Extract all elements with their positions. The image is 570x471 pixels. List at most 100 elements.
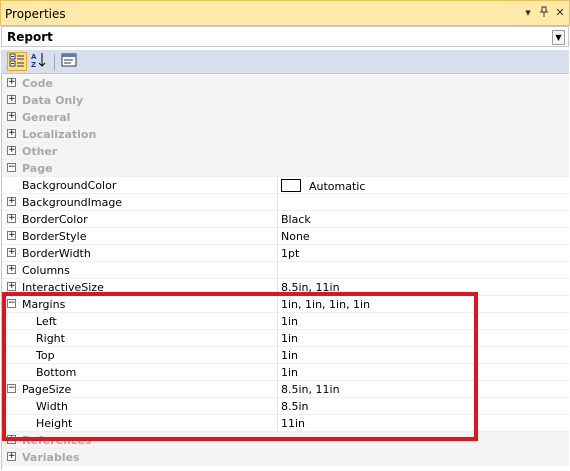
category-data-only[interactable]: + Data Only [2,92,569,109]
property-value[interactable]: 8.5in, 11in [281,281,340,294]
property-value-text: 8.5in, 11in [281,281,340,294]
property-row-margins[interactable]: − Margins 1in, 1in, 1in, 1in [2,296,569,313]
chevron-down-icon[interactable]: ▼ [552,30,565,45]
column-divider[interactable] [277,279,278,295]
property-value-text: 8.5in, 11in [281,383,340,396]
property-name: Height [36,417,73,430]
property-value[interactable]: None [281,230,310,243]
property-row-bordercolor[interactable]: + BorderColor Black [2,211,569,228]
category-label: Data Only [22,94,84,107]
expand-icon[interactable]: + [7,112,16,121]
expand-icon[interactable]: + [7,282,16,291]
property-value-text: Automatic [309,180,366,193]
column-divider[interactable] [277,347,278,363]
property-row-top[interactable]: Top 1in [2,347,569,364]
window-menu-dropdown-icon[interactable]: ▾ [521,6,535,20]
property-row-backgroundimage[interactable]: + BackgroundImage [2,194,569,211]
expand-icon[interactable]: + [7,197,16,206]
property-row-columns[interactable]: + Columns [2,262,569,279]
property-row-borderstyle[interactable]: + BorderStyle None [2,228,569,245]
category-page[interactable]: − Page [2,160,569,177]
category-code[interactable]: + Code [2,75,569,92]
property-row-bottom[interactable]: Bottom 1in [2,364,569,381]
property-value[interactable]: 1in [281,366,298,379]
expand-icon[interactable]: + [7,248,16,257]
property-row-borderwidth[interactable]: + BorderWidth 1pt [2,245,569,262]
row-gutter [2,330,20,346]
property-value[interactable]: Black [281,213,311,226]
property-row-backgroundcolor[interactable]: BackgroundColor Automatic [2,177,569,194]
column-divider[interactable] [277,313,278,329]
property-value-text: None [281,230,310,243]
property-value[interactable]: 1in [281,332,298,345]
categorized-icon [9,53,25,70]
category-references[interactable]: + References [2,432,569,449]
property-value-text: 1in, 1in, 1in, 1in [281,298,371,311]
expand-icon[interactable]: + [7,452,16,461]
property-value-text: 1in [281,315,299,328]
alphabetical-button[interactable]: A Z [29,52,49,71]
row-gutter [2,398,20,414]
category-other[interactable]: + Other [2,143,569,160]
column-divider[interactable] [277,398,278,414]
collapse-icon[interactable]: − [7,163,16,172]
category-general[interactable]: + General [2,109,569,126]
property-value[interactable]: 8.5in, 11in [281,383,340,396]
svg-text:A: A [31,53,37,61]
column-divider[interactable] [277,381,278,397]
selected-object-name: Report [7,30,53,44]
property-value[interactable]: 1in, 1in, 1in, 1in [281,298,370,311]
property-pages-button[interactable] [59,52,79,71]
window-title: Properties [5,7,66,21]
column-divider[interactable] [277,330,278,346]
column-divider[interactable] [277,211,278,227]
property-value[interactable]: 1pt [281,247,299,260]
expand-icon[interactable]: + [7,129,16,138]
property-row-interactivesize[interactable]: + InteractiveSize 8.5in, 11in [2,279,569,296]
pin-icon[interactable] [537,6,551,22]
row-gutter [2,347,20,363]
column-divider[interactable] [277,245,278,261]
expand-icon[interactable]: + [7,95,16,104]
property-value-text: 11in [281,417,306,430]
column-divider[interactable] [277,364,278,380]
expand-icon[interactable]: + [7,146,16,155]
categorized-button[interactable] [7,52,27,71]
property-pages-icon [61,53,77,70]
property-row-pagesize[interactable]: − PageSize 8.5in, 11in [2,381,569,398]
property-value[interactable]: Automatic [281,179,365,193]
object-selector[interactable]: Report ▼ [1,26,569,47]
collapse-icon[interactable]: − [7,299,16,308]
category-label: Localization [22,128,97,141]
column-divider[interactable] [277,262,278,278]
property-row-height[interactable]: Height 11in [2,415,569,432]
column-divider[interactable] [277,194,278,210]
category-variables[interactable]: + Variables [2,449,569,466]
property-value-text: 1in [281,349,299,362]
column-divider[interactable] [277,228,278,244]
expand-icon[interactable]: + [7,231,16,240]
color-swatch [281,179,301,192]
column-divider[interactable] [277,177,278,193]
category-label: Code [22,77,53,90]
expand-icon[interactable]: + [7,78,16,87]
property-row-width[interactable]: Width 8.5in [2,398,569,415]
category-localization[interactable]: + Localization [2,126,569,143]
expand-icon[interactable]: + [7,435,16,444]
collapse-icon[interactable]: − [7,384,16,393]
column-divider[interactable] [277,296,278,312]
property-name: Top [36,349,55,362]
column-divider[interactable] [277,415,278,431]
property-value-text: 1pt [281,247,300,260]
svg-text:Z: Z [31,61,36,68]
alphabetical-icon: A Z [31,52,47,71]
property-value[interactable]: 11in [281,417,305,430]
property-value[interactable]: 1in [281,315,298,328]
property-row-left[interactable]: Left 1in [2,313,569,330]
expand-icon[interactable]: + [7,265,16,274]
close-icon[interactable]: ✕ [553,6,567,20]
property-value[interactable]: 8.5in [281,400,309,413]
expand-icon[interactable]: + [7,214,16,223]
property-value[interactable]: 1in [281,349,298,362]
property-row-right[interactable]: Right 1in [2,330,569,347]
